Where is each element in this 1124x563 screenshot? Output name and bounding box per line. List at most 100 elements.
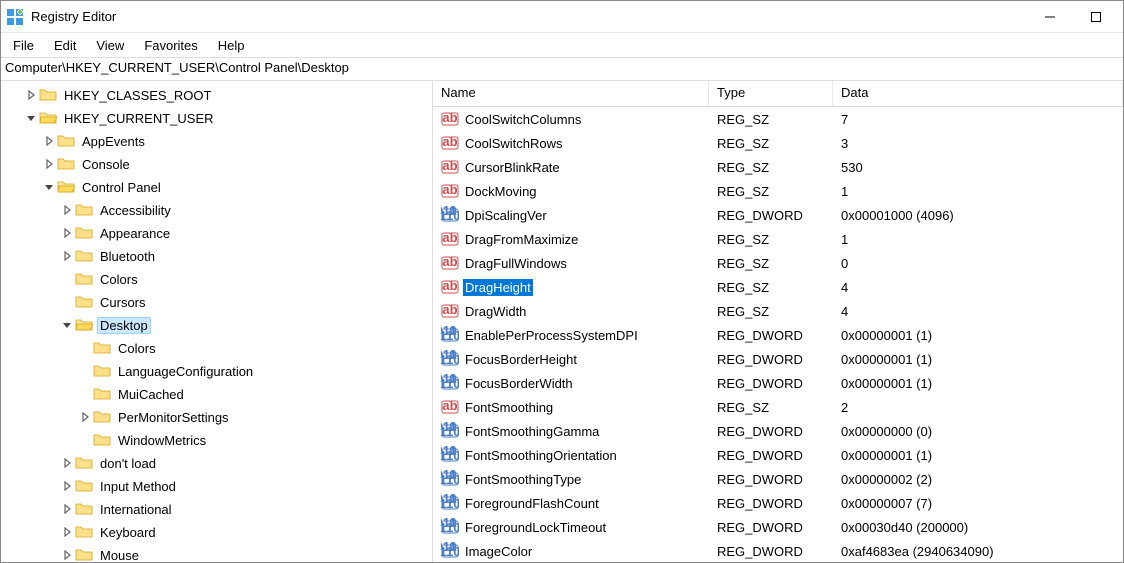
tree-item[interactable]: Cursors — [1, 291, 432, 313]
dword-value-icon: 0110110 — [441, 542, 459, 560]
string-value-icon: ab — [441, 254, 459, 272]
folder-icon — [93, 364, 111, 378]
list-row[interactable]: 0110110FontSmoothingGammaREG_DWORD0x0000… — [433, 419, 1123, 443]
menu-edit[interactable]: Edit — [44, 35, 86, 56]
list-row[interactable]: abDockMovingREG_SZ1 — [433, 179, 1123, 203]
expander-placeholder — [77, 386, 93, 402]
list-row[interactable]: abCoolSwitchRowsREG_SZ3 — [433, 131, 1123, 155]
maximize-button[interactable] — [1073, 1, 1119, 33]
tree-item[interactable]: Input Method — [1, 475, 432, 497]
tree-item[interactable]: Colors — [1, 268, 432, 290]
tree-item[interactable]: don't load — [1, 452, 432, 474]
tree-item[interactable]: Mouse — [1, 544, 432, 562]
chevron-right-icon[interactable] — [59, 547, 75, 562]
chevron-right-icon[interactable] — [59, 248, 75, 264]
column-header-name[interactable]: Name — [433, 81, 709, 106]
value-name: ForegroundLockTimeout — [463, 519, 608, 536]
value-name: ImageColor — [463, 543, 534, 560]
value-data: 1 — [833, 230, 1123, 249]
list-row[interactable]: 0110110ImageColorREG_DWORD0xaf4683ea (29… — [433, 539, 1123, 562]
chevron-right-icon[interactable] — [59, 501, 75, 517]
tree-item[interactable]: WindowMetrics — [1, 429, 432, 451]
menu-bar: File Edit View Favorites Help — [1, 33, 1123, 57]
value-name: FontSmoothingOrientation — [463, 447, 619, 464]
list-row[interactable]: 0110110EnablePerProcessSystemDPIREG_DWOR… — [433, 323, 1123, 347]
chevron-right-icon[interactable] — [59, 455, 75, 471]
column-header-data[interactable]: Data — [833, 81, 1123, 106]
chevron-right-icon[interactable] — [59, 478, 75, 494]
tree-item[interactable]: MuiCached — [1, 383, 432, 405]
column-header-type[interactable]: Type — [709, 81, 833, 106]
list-row[interactable]: 0110110ForegroundLockTimeoutREG_DWORD0x0… — [433, 515, 1123, 539]
svg-text:ab: ab — [442, 230, 457, 245]
tree-item-label: Input Method — [97, 478, 179, 495]
minimize-button[interactable] — [1027, 1, 1073, 33]
list-row[interactable]: abDragFullWindowsREG_SZ0 — [433, 251, 1123, 275]
tree-item[interactable]: AppEvents — [1, 130, 432, 152]
tree-item[interactable]: Appearance — [1, 222, 432, 244]
chevron-right-icon[interactable] — [23, 87, 39, 103]
tree-pane[interactable]: HKEY_CLASSES_ROOTHKEY_CURRENT_USERAppEve… — [1, 81, 433, 562]
value-name: DragFromMaximize — [463, 231, 580, 248]
tree-item[interactable]: LanguageConfiguration — [1, 360, 432, 382]
list-row[interactable]: abDragFromMaximizeREG_SZ1 — [433, 227, 1123, 251]
folder-icon — [75, 456, 93, 470]
chevron-right-icon[interactable] — [41, 133, 57, 149]
menu-file[interactable]: File — [3, 35, 44, 56]
value-data: 0x00000000 (0) — [833, 422, 1123, 441]
chevron-down-icon[interactable] — [23, 110, 39, 126]
list-row[interactable]: abFontSmoothingREG_SZ2 — [433, 395, 1123, 419]
chevron-down-icon[interactable] — [41, 179, 57, 195]
tree-item-label: Console — [79, 156, 133, 173]
tree-item[interactable]: Colors — [1, 337, 432, 359]
value-type: REG_DWORD — [709, 422, 833, 441]
string-value-icon: ab — [441, 182, 459, 200]
list-row[interactable]: 0110110FontSmoothingTypeREG_DWORD0x00000… — [433, 467, 1123, 491]
value-type: REG_SZ — [709, 158, 833, 177]
value-data: 0x00000001 (1) — [833, 350, 1123, 369]
tree-item[interactable]: International — [1, 498, 432, 520]
tree-item[interactable]: HKEY_CURRENT_USER — [1, 107, 432, 129]
chevron-right-icon[interactable] — [77, 409, 93, 425]
svg-text:ab: ab — [442, 110, 457, 125]
tree-item[interactable]: Bluetooth — [1, 245, 432, 267]
value-data: 2 — [833, 398, 1123, 417]
chevron-right-icon[interactable] — [41, 156, 57, 172]
menu-view[interactable]: View — [86, 35, 134, 56]
value-name: FocusBorderHeight — [463, 351, 579, 368]
tree-item[interactable]: Keyboard — [1, 521, 432, 543]
tree-item[interactable]: Console — [1, 153, 432, 175]
address-bar[interactable]: Computer\HKEY_CURRENT_USER\Control Panel… — [1, 57, 1123, 81]
list-row[interactable]: abCursorBlinkRateREG_SZ530 — [433, 155, 1123, 179]
list-row[interactable]: 0110110FontSmoothingOrientationREG_DWORD… — [433, 443, 1123, 467]
menu-favorites[interactable]: Favorites — [134, 35, 207, 56]
chevron-right-icon[interactable] — [59, 524, 75, 540]
app-icon — [5, 7, 25, 27]
string-value-icon: ab — [441, 278, 459, 296]
value-name: DragHeight — [463, 279, 533, 296]
list-row[interactable]: abDragWidthREG_SZ4 — [433, 299, 1123, 323]
list-row[interactable]: 0110110DpiScalingVerREG_DWORD0x00001000 … — [433, 203, 1123, 227]
list-header: Name Type Data — [433, 81, 1123, 107]
tree-item[interactable]: Desktop — [1, 314, 432, 336]
chevron-right-icon[interactable] — [59, 202, 75, 218]
value-name: DockMoving — [463, 183, 539, 200]
menu-help[interactable]: Help — [208, 35, 255, 56]
list-row[interactable]: abCoolSwitchColumnsREG_SZ7 — [433, 107, 1123, 131]
folder-icon — [75, 272, 93, 286]
tree-item[interactable]: PerMonitorSettings — [1, 406, 432, 428]
chevron-right-icon[interactable] — [59, 225, 75, 241]
string-value-icon: ab — [441, 158, 459, 176]
tree-item[interactable]: Accessibility — [1, 199, 432, 221]
list-row[interactable]: 0110110FocusBorderWidthREG_DWORD0x000000… — [433, 371, 1123, 395]
svg-text:110: 110 — [441, 520, 459, 535]
dword-value-icon: 0110110 — [441, 518, 459, 536]
tree-item[interactable]: HKEY_CLASSES_ROOT — [1, 84, 432, 106]
list-row[interactable]: 0110110FocusBorderHeightREG_DWORD0x00000… — [433, 347, 1123, 371]
tree-item[interactable]: Control Panel — [1, 176, 432, 198]
value-data: 4 — [833, 278, 1123, 297]
list-row[interactable]: abDragHeightREG_SZ4 — [433, 275, 1123, 299]
chevron-down-icon[interactable] — [59, 317, 75, 333]
value-type: REG_DWORD — [709, 518, 833, 537]
list-row[interactable]: 0110110ForegroundFlashCountREG_DWORD0x00… — [433, 491, 1123, 515]
